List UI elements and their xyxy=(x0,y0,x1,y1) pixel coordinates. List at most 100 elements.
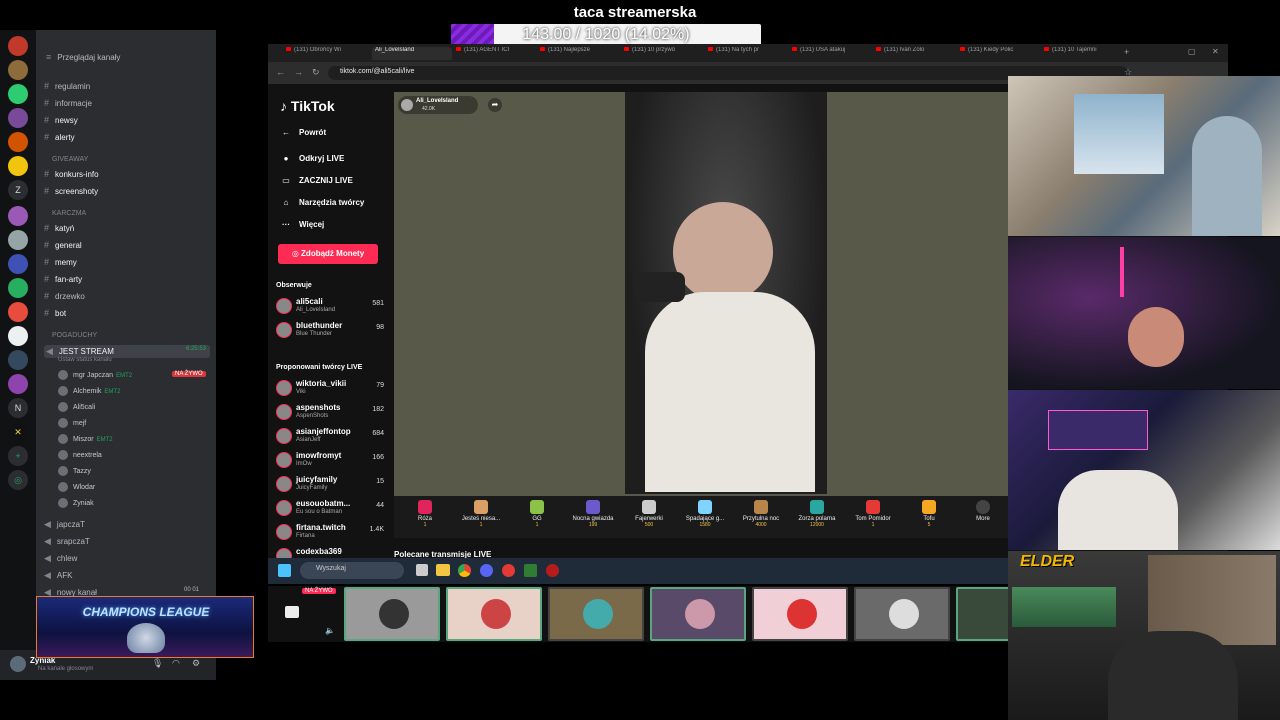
creator-item[interactable]: asianjeffontop AsianJeff 684 xyxy=(276,426,384,448)
taskbar-search[interactable]: Wyszukaj xyxy=(300,562,404,579)
mic-icon[interactable]: 🎙 xyxy=(152,658,163,669)
server-icon[interactable] xyxy=(8,326,28,346)
gift-item[interactable]: GG 1 xyxy=(510,500,564,528)
channel-konkurs-info[interactable]: # konkurs-info xyxy=(44,169,99,179)
windows-start-icon[interactable] xyxy=(278,564,291,577)
server-icon[interactable] xyxy=(8,60,28,80)
app-icon[interactable] xyxy=(524,564,537,577)
browser-tab[interactable]: (131) Na tych pr xyxy=(708,47,788,60)
voice-user[interactable]: Alchemik EMT2 xyxy=(58,386,120,396)
nav-back[interactable]: ← Powrót xyxy=(280,128,326,137)
task-view-icon[interactable] xyxy=(416,564,428,576)
voice-user[interactable]: Zyniak xyxy=(58,498,94,508)
voice-status[interactable]: Ustaw status kanału xyxy=(58,357,112,363)
browse-channels[interactable]: ≡ Przeglądaj kanały xyxy=(46,52,120,62)
browser-tab[interactable]: (131) Kiedy Polic xyxy=(960,47,1040,60)
nav-start-live[interactable]: ▭ ZACZNIJ LIVE xyxy=(280,176,353,185)
gift-item[interactable]: Zorza polarna 12000 xyxy=(790,500,844,528)
gift-item[interactable]: Fajerwerki 500 xyxy=(622,500,676,528)
channel-drzewko[interactable]: # drzewko xyxy=(44,291,85,301)
channel-regulamin[interactable]: # regulamin xyxy=(44,81,90,91)
get-coins-button[interactable]: ◎ Zdobądź Monety xyxy=(278,244,378,264)
voice-user[interactable]: Ali5cali xyxy=(58,402,95,412)
channel-bot[interactable]: # bot xyxy=(44,308,66,318)
app-icon[interactable] xyxy=(502,564,515,577)
discover-icon[interactable]: ◎ xyxy=(8,470,28,490)
channel-screenshoty[interactable]: # screenshoty xyxy=(44,186,98,196)
creator-item[interactable]: aspenshots AspenShots 182 xyxy=(276,402,384,424)
server-icon[interactable] xyxy=(8,132,28,152)
browser-tab[interactable]: (131) Ivan Zolo xyxy=(876,47,956,60)
server-icon[interactable] xyxy=(8,278,28,298)
voice-user[interactable]: Wlodar xyxy=(58,482,95,492)
gift-item[interactable]: Jesteś niesa... 1 xyxy=(454,500,508,528)
channel-informacje[interactable]: # informacje xyxy=(44,98,92,108)
server-icon[interactable] xyxy=(8,206,28,226)
channel-newsy[interactable]: # newsy xyxy=(44,115,78,125)
category-karczma[interactable]: KARCZMA xyxy=(52,210,86,217)
avatar[interactable] xyxy=(10,656,26,672)
server-icon[interactable]: N xyxy=(8,398,28,418)
nav-creator-tools[interactable]: ⌂ Narzędzia twórcy xyxy=(280,198,365,207)
share-icon[interactable]: ➦ xyxy=(488,98,502,112)
gift-item[interactable]: Tom Pomidor 1 xyxy=(846,500,900,528)
live-card[interactable] xyxy=(344,587,440,641)
live-card[interactable] xyxy=(548,587,644,641)
maximize-icon[interactable]: ▢ xyxy=(1188,47,1198,60)
gift-item[interactable]: Tofu 5 xyxy=(902,500,956,528)
voice-user[interactable]: Miszor EMT2 xyxy=(58,434,113,444)
add-server-icon[interactable]: + xyxy=(8,446,28,466)
server-icon[interactable]: Z xyxy=(8,180,28,200)
voice-user[interactable]: mgr Japczan EMT2 xyxy=(58,370,132,380)
browser-tab[interactable]: (131) 10 Tajemni xyxy=(1044,47,1124,60)
creator-item[interactable]: juicyfamily JuicyFamily 15 xyxy=(276,474,384,496)
live-card[interactable] xyxy=(752,587,848,641)
voice-user[interactable]: neextrela xyxy=(58,450,102,460)
server-icon[interactable]: ✕ xyxy=(8,422,28,442)
category-giveaway[interactable]: GIVEAWAY xyxy=(52,156,88,163)
creator-item[interactable]: bluethunder Blue Thunder 98 xyxy=(276,320,384,342)
gifts-more-button[interactable]: More xyxy=(956,500,1010,522)
voice-user[interactable]: Tazzy xyxy=(58,466,91,476)
gift-item[interactable]: Przytulna noc 4000 xyxy=(734,500,788,528)
channel-katyn[interactable]: # katyń xyxy=(44,223,74,233)
creator-item[interactable]: eusouobatm... Eu sou o Batman 44 xyxy=(276,498,384,520)
server-icon[interactable] xyxy=(8,302,28,322)
gift-item[interactable]: Spadające g... 1580 xyxy=(678,500,732,528)
new-tab-icon[interactable]: + xyxy=(1124,47,1134,60)
host-info[interactable]: Ali_LoveIsland 42.0K xyxy=(398,96,478,114)
channel-alerty[interactable]: # alerty xyxy=(44,132,75,142)
creator-item[interactable]: firtana.twitch Firtana 1.4K xyxy=(276,522,384,544)
app-icon[interactable] xyxy=(546,564,559,577)
channel-general[interactable]: # general xyxy=(44,240,82,250)
creator-item[interactable]: wiktoria_vikii Viki 79 xyxy=(276,378,384,400)
voice-user[interactable]: mejf xyxy=(58,418,86,428)
gift-item[interactable]: Nocna gwiazda 199 xyxy=(566,500,620,528)
screen-icon[interactable] xyxy=(285,606,299,618)
browser-tab[interactable]: (131) USA atakuj xyxy=(792,47,872,60)
nav-more[interactable]: ··· Więcej xyxy=(280,220,324,229)
gear-icon[interactable]: ⚙ xyxy=(192,658,200,669)
voice-channel[interactable]: ◀ chlew xyxy=(44,553,77,564)
close-icon[interactable]: ✕ xyxy=(1212,47,1222,60)
live-card[interactable] xyxy=(650,587,746,641)
back-icon[interactable]: ← xyxy=(276,67,285,77)
server-icon[interactable] xyxy=(8,374,28,394)
live-card[interactable] xyxy=(956,587,1010,641)
discord-icon[interactable] xyxy=(480,564,493,577)
category-pogaduchy[interactable]: POGADUCHY xyxy=(52,332,97,339)
voice-channel[interactable]: ◀ japczaT xyxy=(44,519,85,530)
server-icon[interactable] xyxy=(8,156,28,176)
file-explorer-icon[interactable] xyxy=(436,564,450,576)
browser-tab[interactable]: (131) Obrońcy Wi xyxy=(286,47,366,60)
chrome-icon[interactable] xyxy=(458,564,471,577)
live-player[interactable]: Ali_LoveIsland 42.0K ➦ xyxy=(394,92,1008,496)
nav-discover-live[interactable]: ● Odkryj LIVE xyxy=(280,154,345,163)
live-card[interactable] xyxy=(854,587,950,641)
creator-item[interactable]: ali5cali Ali_LoveIsland 581 xyxy=(276,296,384,318)
browser-tab[interactable]: (131) AGENT ICI xyxy=(456,47,536,60)
voice-channel[interactable]: ◀ AFK xyxy=(44,570,72,581)
reload-icon[interactable]: ↻ xyxy=(312,67,320,78)
tiktok-logo[interactable]: ♪ TikTok xyxy=(280,98,335,114)
server-icon[interactable] xyxy=(8,350,28,370)
